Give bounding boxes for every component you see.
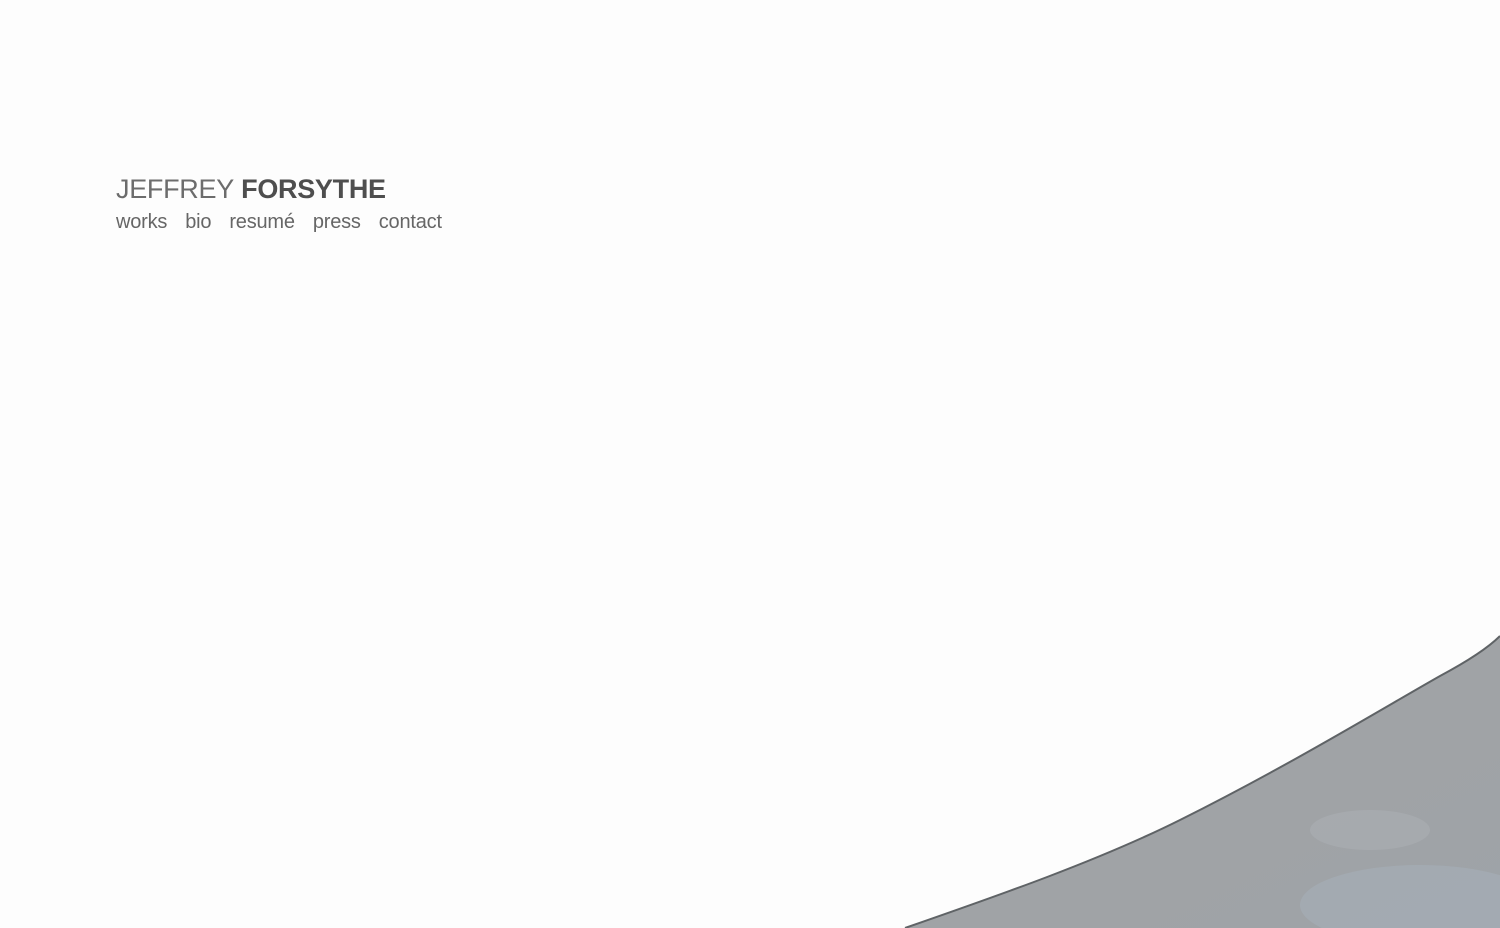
artwork-tint: [1310, 810, 1430, 850]
nav-item-press[interactable]: press: [313, 209, 361, 235]
site-header: JEFFREY FORSYTHE works bio resumé press …: [116, 172, 442, 235]
nav-item-works[interactable]: works: [116, 209, 167, 235]
nav-item-contact[interactable]: contact: [379, 209, 442, 235]
site-title-first-name[interactable]: JEFFREY: [116, 174, 234, 204]
site-title-last-name[interactable]: FORSYTHE: [241, 174, 386, 204]
page: JEFFREY FORSYTHE works bio resumé press …: [0, 0, 1500, 928]
main-nav: works bio resumé press contact: [116, 209, 442, 235]
site-title[interactable]: JEFFREY FORSYTHE: [116, 172, 442, 206]
nav-item-resume[interactable]: resumé: [229, 209, 295, 235]
background-artwork: [904, 635, 1500, 928]
nav-item-bio[interactable]: bio: [185, 209, 211, 235]
